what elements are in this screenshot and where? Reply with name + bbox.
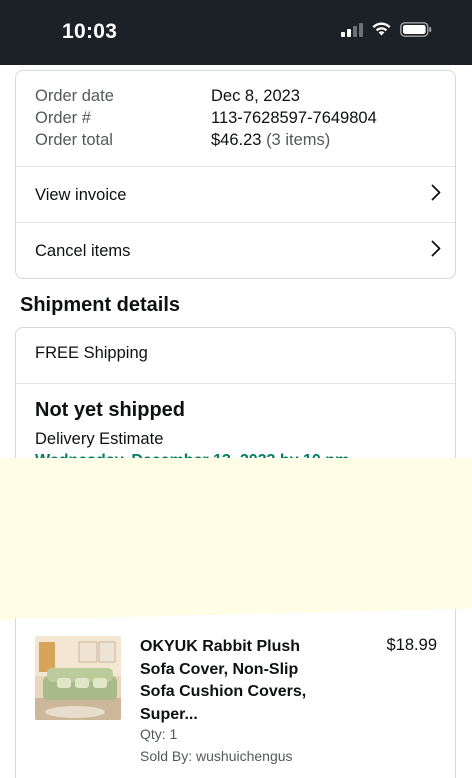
chevron-right-icon [431, 240, 441, 262]
order-total-label: Order total [35, 131, 113, 149]
order-number-label: Order # [35, 109, 91, 127]
cancel-items-row[interactable]: Cancel items [16, 223, 455, 279]
product-title[interactable]: OKYUK Rabbit Plush Sofa Cover, Non-Slip … [140, 636, 330, 726]
status-bar: 10:03 [0, 0, 472, 65]
delivery-estimate-label: Delivery Estimate [35, 430, 164, 448]
product-seller: Sold By: wushuichengus [140, 748, 293, 764]
order-number-value: 113-7628597-7649804 [211, 109, 377, 127]
product-quantity: Qty: 1 [140, 726, 178, 742]
order-item[interactable]: OKYUK Rabbit Plush Sofa Cover, Non-Slip … [15, 618, 456, 778]
status-time: 10:03 [62, 20, 118, 43]
order-total-items: (3 items) [266, 131, 331, 149]
status-icons [341, 22, 432, 42]
product-thumbnail[interactable] [35, 636, 121, 720]
order-date-value: Dec 8, 2023 [211, 87, 300, 105]
divider [16, 383, 455, 384]
order-total-amount: $46.23 [211, 131, 262, 149]
order-total-value: $46.23 (3 items) [211, 131, 330, 150]
battery-icon [400, 22, 432, 42]
chevron-right-icon [431, 184, 441, 206]
cancel-items-label: Cancel items [35, 241, 131, 260]
view-invoice-row[interactable]: View invoice [16, 167, 455, 223]
view-invoice-label: View invoice [35, 185, 127, 204]
shipment-details-heading: Shipment details [20, 294, 181, 316]
order-date-label: Order date [35, 87, 114, 105]
overlay-panel [0, 458, 472, 620]
wifi-icon [371, 22, 392, 42]
product-price: $18.99 [386, 636, 437, 654]
order-summary-card: Order date Dec 8, 2023 Order # 113-76285… [15, 70, 456, 279]
shipment-status: Not yet shipped [35, 399, 186, 421]
shipping-method: FREE Shipping [35, 344, 148, 362]
cellular-signal-icon [341, 22, 363, 42]
